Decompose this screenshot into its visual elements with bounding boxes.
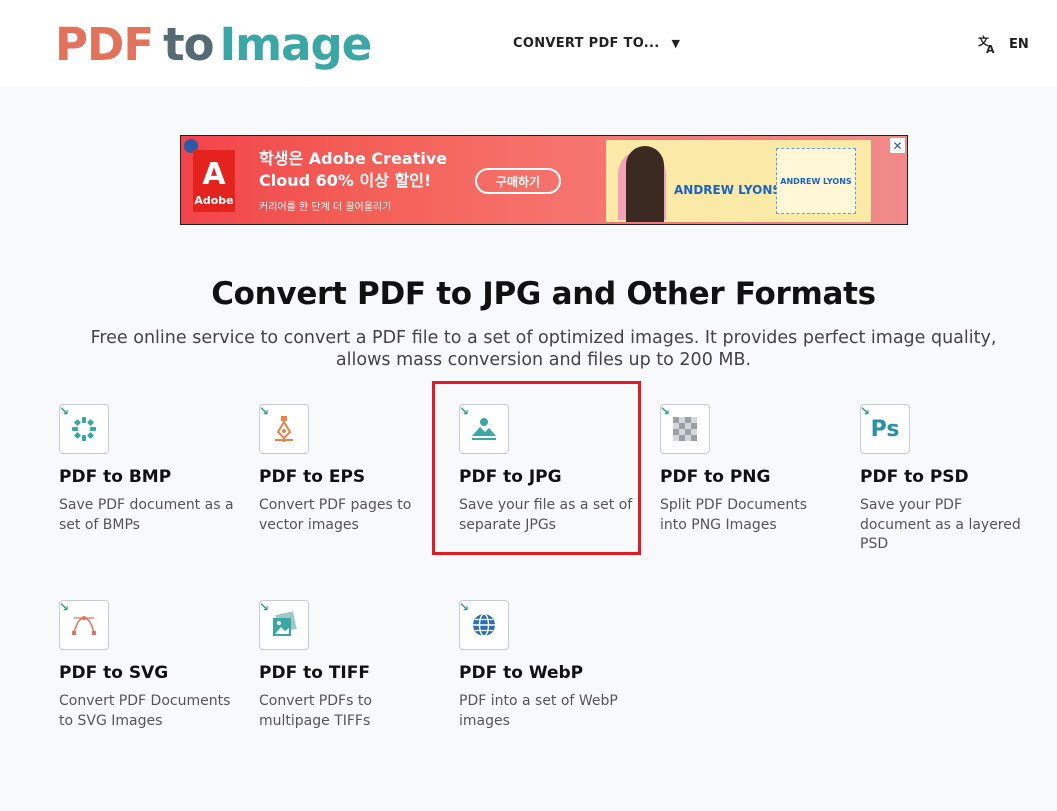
arrow-icon: ↘ xyxy=(459,600,470,614)
adobe-logo: A Adobe xyxy=(193,150,235,212)
tool-description: Save your PDF document as a layered PSD xyxy=(860,497,1021,552)
arrow-icon: ↘ xyxy=(259,404,270,418)
logo-pdf: PDF xyxy=(55,17,154,71)
site-header: PDF to Image CONVERT PDF TO... ▼ 文 A EN xyxy=(0,0,1057,87)
ad-close-icon[interactable]: ✕ xyxy=(890,138,905,153)
tool-name: PDF to PSD xyxy=(860,467,969,487)
ad-person-image xyxy=(626,146,664,222)
ad-subline: 커리어를 한 단계 더 끌어올리기 xyxy=(259,202,392,213)
language-code: EN xyxy=(1009,36,1029,52)
tool-name: PDF to EPS xyxy=(259,467,366,487)
ad-buy-button[interactable]: 구매하기 xyxy=(475,168,561,194)
logo-to: to xyxy=(163,17,214,71)
tool-description: Convert PDF Documents to SVG Images xyxy=(59,693,231,729)
psd-icon-text: Ps xyxy=(870,416,900,442)
tool-name: PDF to TIFF xyxy=(259,663,370,683)
ad-name-card: ANDREW LYONS xyxy=(776,148,856,214)
arrow-icon: ↘ xyxy=(860,404,871,418)
tool-name: PDF to PNG xyxy=(660,467,771,487)
translate-icon: 文 A xyxy=(978,34,995,54)
tool-name: PDF to BMP xyxy=(59,467,172,487)
selected-tool-highlight xyxy=(432,381,641,555)
convert-menu-label: CONVERT PDF TO... xyxy=(513,36,660,51)
tool-name: PDF to WebP xyxy=(459,663,584,683)
arrow-icon: ↘ xyxy=(59,404,70,418)
tool-name: PDF to SVG xyxy=(59,663,169,683)
ad-photo: ANDREW LYONS ANDREW LYONS xyxy=(606,140,871,222)
arrow-icon: ↘ xyxy=(59,600,70,614)
arrow-icon: ↘ xyxy=(660,404,671,418)
svg-text:A: A xyxy=(986,43,995,54)
language-selector[interactable]: 文 A EN xyxy=(978,34,1029,54)
arrow-icon: ↘ xyxy=(259,600,270,614)
page-subtitle: Free online service to convert a PDF fil… xyxy=(90,328,997,370)
adobe-mark-icon: A xyxy=(202,157,226,192)
page-title: Convert PDF to JPG and Other Formats xyxy=(211,276,876,312)
ad-name: ANDREW LYONS xyxy=(674,183,782,197)
chevron-down-icon: ▼ xyxy=(671,37,681,50)
tool-description: Split PDF Documents into PNG Images xyxy=(660,497,808,533)
tool-description: Save PDF document as a set of BMPs xyxy=(59,497,234,533)
convert-pdf-to-menu[interactable]: CONVERT PDF TO... ▼ xyxy=(513,36,680,51)
tool-description: Convert PDF pages to vector images xyxy=(259,497,412,533)
ad-headline: 학생은 Adobe Creative Cloud 60% 이상 할인! xyxy=(259,149,448,190)
tool-description: Convert PDFs to multipage TIFFs xyxy=(259,693,372,729)
tool-description: PDF into a set of WebP images xyxy=(459,693,618,729)
logo-image: Image xyxy=(219,17,373,71)
advertisement-banner[interactable]: A Adobe 학생은 Adobe Creative Cloud 60% 이상 … xyxy=(180,135,908,225)
site-logo[interactable]: PDF to Image xyxy=(55,14,373,74)
adobe-brand: Adobe xyxy=(194,194,234,207)
